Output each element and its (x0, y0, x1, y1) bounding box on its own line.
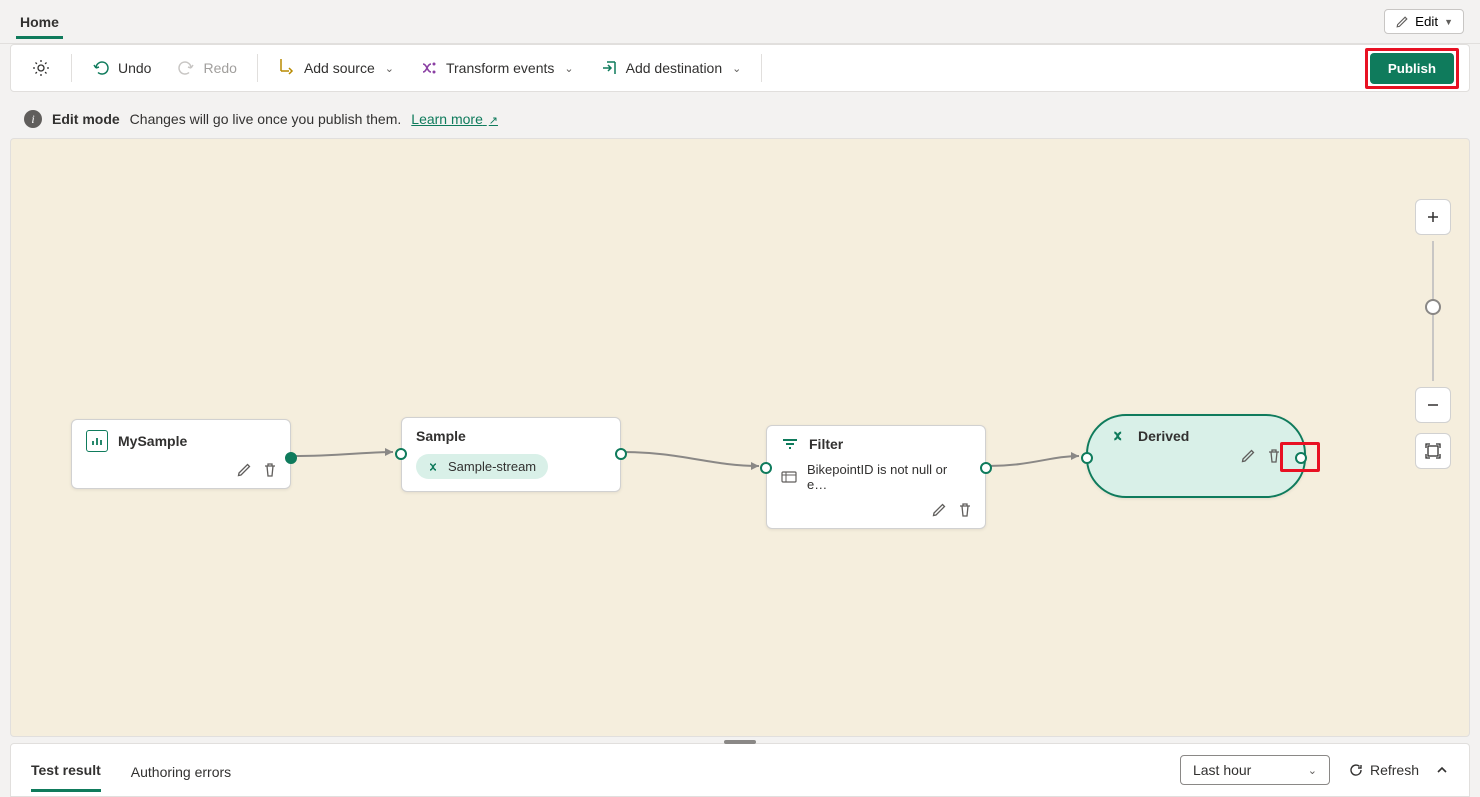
transform-events-button[interactable]: Transform events ⌄ (410, 53, 584, 83)
tab-authoring-errors[interactable]: Authoring errors (131, 750, 231, 791)
port-out[interactable] (980, 462, 992, 474)
edit-button-label: Edit (1415, 14, 1438, 29)
node-source-title: MySample (118, 433, 187, 449)
node-filter[interactable]: Filter BikepointID is not null or e… (766, 425, 986, 529)
port-in[interactable] (395, 448, 407, 460)
publish-highlight: Publish (1365, 48, 1459, 89)
chevron-down-icon: ⌄ (1308, 764, 1317, 777)
publish-button[interactable]: Publish (1370, 53, 1454, 84)
add-destination-label: Add destination (626, 60, 723, 76)
separator (761, 54, 762, 82)
info-bar: i Edit mode Changes will go live once yo… (10, 100, 1470, 138)
separator (257, 54, 258, 82)
tab-home[interactable]: Home (16, 4, 63, 39)
gear-icon (31, 58, 51, 78)
delete-node-icon[interactable] (957, 502, 973, 518)
zoom-slider-thumb[interactable] (1425, 299, 1441, 315)
node-filter-title: Filter (809, 436, 843, 452)
stream-icon (1112, 428, 1128, 444)
filter-detail: BikepointID is not null or e… (807, 462, 971, 492)
settings-button[interactable] (21, 52, 61, 84)
edit-button[interactable]: Edit ▼ (1384, 9, 1464, 34)
add-source-icon (278, 59, 296, 77)
chevron-down-icon: ▼ (1444, 17, 1453, 27)
zoom-in-button[interactable] (1415, 199, 1451, 235)
edit-node-icon[interactable] (931, 502, 947, 518)
undo-button[interactable]: Undo (82, 53, 161, 83)
zoom-controls (1415, 199, 1451, 469)
edit-node-icon[interactable] (1240, 448, 1256, 464)
add-source-button[interactable]: Add source ⌄ (268, 53, 404, 83)
chevron-down-icon: ⌄ (385, 62, 394, 75)
tab-test-result[interactable]: Test result (31, 748, 101, 792)
toolbar: Undo Redo Add source ⌄ Transform events … (10, 44, 1470, 92)
node-derived[interactable]: Derived (1086, 414, 1306, 498)
port-out[interactable] (285, 452, 297, 464)
add-source-label: Add source (304, 60, 375, 76)
undo-label: Undo (118, 60, 151, 76)
add-destination-button[interactable]: Add destination ⌄ (590, 53, 752, 83)
zoom-slider[interactable] (1432, 241, 1434, 381)
redo-label: Redo (203, 60, 236, 76)
external-link-icon: ↗ (489, 115, 498, 127)
port-in[interactable] (760, 462, 772, 474)
stream-icon (428, 460, 442, 474)
port-out[interactable] (615, 448, 627, 460)
port-in[interactable] (1081, 452, 1093, 464)
data-icon (781, 471, 797, 483)
chevron-down-icon: ⌄ (564, 62, 573, 75)
transform-icon (420, 59, 438, 77)
collapse-panel-button[interactable] (1435, 763, 1449, 777)
refresh-button[interactable]: Refresh (1348, 762, 1419, 778)
separator (71, 54, 72, 82)
chart-icon (86, 430, 108, 452)
chevron-down-icon: ⌄ (732, 62, 741, 75)
sample-stream-pill[interactable]: Sample-stream (416, 454, 548, 479)
add-destination-icon (600, 59, 618, 77)
drag-handle[interactable] (724, 740, 756, 744)
sample-stream-label: Sample-stream (448, 459, 536, 474)
bottom-panel: Test result Authoring errors Last hour ⌄… (10, 743, 1470, 797)
info-icon: i (24, 110, 42, 128)
zoom-out-button[interactable] (1415, 387, 1451, 423)
redo-icon (177, 59, 195, 77)
delete-node-icon[interactable] (262, 462, 278, 478)
learn-more-link[interactable]: Learn more ↗ (411, 111, 498, 127)
time-range-label: Last hour (1193, 762, 1251, 778)
time-range-select[interactable]: Last hour ⌄ (1180, 755, 1330, 785)
refresh-icon (1348, 762, 1364, 778)
node-mysample[interactable]: MySample (71, 419, 291, 489)
node-sample[interactable]: Sample Sample-stream (401, 417, 621, 492)
edit-node-icon[interactable] (236, 462, 252, 478)
info-message: Changes will go live once you publish th… (130, 111, 402, 127)
canvas[interactable]: MySample Sample Sample-stream Filter (10, 138, 1470, 737)
learn-more-label: Learn more (411, 111, 483, 127)
filter-icon (781, 437, 799, 451)
transform-label: Transform events (446, 60, 554, 76)
fit-view-button[interactable] (1415, 433, 1451, 469)
refresh-label: Refresh (1370, 762, 1419, 778)
info-title: Edit mode (52, 111, 120, 127)
node-derived-title: Derived (1138, 428, 1189, 444)
redo-button: Redo (167, 53, 246, 83)
pencil-icon (1395, 15, 1409, 29)
undo-icon (92, 59, 110, 77)
port-highlight (1280, 442, 1320, 472)
node-sample-title: Sample (416, 428, 466, 444)
